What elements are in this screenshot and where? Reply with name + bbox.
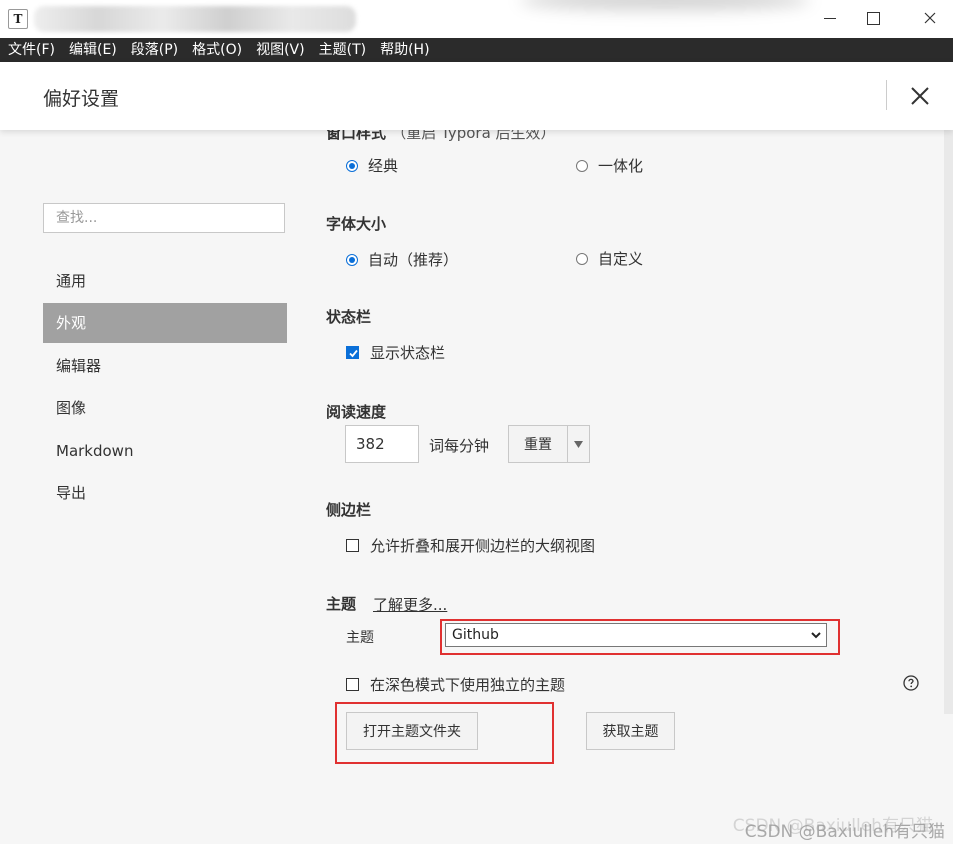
radio-checked-icon <box>346 159 358 172</box>
maximize-icon <box>866 11 880 25</box>
window-style-title-text: 窗口样式 <box>326 130 387 142</box>
sidebar-item-editor[interactable]: 编辑器 <box>43 346 287 386</box>
radio-checked-icon <box>346 253 358 266</box>
window-style-title: 窗口样式 （重启 Typora 后生效） <box>326 130 556 143</box>
reading-speed-input[interactable] <box>345 425 419 463</box>
radio-classic-label: 经典 <box>368 157 399 175</box>
dark-mode-theme-label: 在深色模式下使用独立的主题 <box>370 676 566 694</box>
menu-bar: 文件(F) 编辑(E) 段落(P) 格式(O) 视图(V) 主题(T) 帮助(H… <box>0 38 953 62</box>
close-icon <box>911 87 929 105</box>
blurred-window-title <box>34 6 356 32</box>
show-status-bar-label: 显示状态栏 <box>370 344 446 362</box>
sidebar-section-title: 侧边栏 <box>326 501 372 519</box>
radio-font-auto-label: 自动（推荐） <box>368 251 459 269</box>
minimize-icon <box>824 17 836 19</box>
menu-paragraph[interactable]: 段落(P) <box>123 38 184 62</box>
maximize-button[interactable] <box>845 0 901 36</box>
radio-unified[interactable]: 一体化 <box>576 155 643 176</box>
reading-speed-unit: 词每分钟 <box>429 437 490 455</box>
highlight-box-open-folder <box>335 702 554 764</box>
checkbox-unchecked-icon <box>346 678 359 691</box>
collapsible-outline-checkbox[interactable]: 允许折叠和展开侧边栏的大纲视图 <box>346 535 595 556</box>
sidebar-item-general[interactable]: 通用 <box>43 261 287 301</box>
caret-down-icon <box>574 440 583 448</box>
search-input[interactable] <box>43 203 285 233</box>
checkbox-unchecked-icon <box>346 539 359 552</box>
status-bar-title: 状态栏 <box>326 308 372 326</box>
reading-speed-title: 阅读速度 <box>326 403 387 421</box>
scrollbar[interactable] <box>944 130 953 714</box>
radio-unified-label: 一体化 <box>598 157 644 175</box>
learn-more-link[interactable]: 了解更多... <box>373 594 447 615</box>
typora-app-icon: T <box>8 9 28 29</box>
window-titlebar: T <box>0 0 953 39</box>
menu-help[interactable]: 帮助(H) <box>372 38 435 62</box>
menu-theme[interactable]: 主题(T) <box>311 38 372 62</box>
checkbox-checked-icon <box>346 346 359 359</box>
sidebar-item-appearance[interactable]: 外观 <box>43 303 287 343</box>
page-title: 偏好设置 <box>43 88 120 110</box>
close-preferences-button[interactable] <box>905 78 935 112</box>
close-icon <box>924 12 936 24</box>
radio-unchecked-icon <box>576 252 588 265</box>
reset-dropdown-button[interactable] <box>567 425 590 463</box>
preferences-body: 通用 外观 编辑器 图像 Markdown 导出 窗口样式 （重启 Typora… <box>0 130 953 844</box>
close-window-button[interactable] <box>902 0 953 36</box>
watermark: CSDN @Baxiulleh有只猫 <box>744 822 945 842</box>
radio-unchecked-icon <box>576 159 588 172</box>
sidebar-item-image[interactable]: 图像 <box>43 388 287 428</box>
sidebar-item-markdown[interactable]: Markdown <box>43 431 287 471</box>
theme-field-label: 主题 <box>346 630 374 646</box>
menu-edit[interactable]: 编辑(E) <box>61 38 123 62</box>
menu-format[interactable]: 格式(O) <box>184 38 248 62</box>
header-divider <box>886 80 887 110</box>
window-style-note: （重启 Typora 后生效） <box>391 130 556 142</box>
collapsible-outline-label: 允许折叠和展开侧边栏的大纲视图 <box>370 537 596 555</box>
get-themes-button[interactable]: 获取主题 <box>586 712 675 750</box>
menu-file[interactable]: 文件(F) <box>0 38 61 62</box>
radio-font-custom[interactable]: 自定义 <box>576 248 643 269</box>
help-icon[interactable] <box>903 675 919 691</box>
reset-button[interactable]: 重置 <box>508 425 568 463</box>
theme-title: 主题 <box>326 595 357 613</box>
sidebar-item-export[interactable]: 导出 <box>43 473 287 513</box>
radio-font-auto[interactable]: 自动（推荐） <box>346 249 458 270</box>
font-size-title: 字体大小 <box>326 215 387 233</box>
menu-view[interactable]: 视图(V) <box>248 38 311 62</box>
preferences-header: 偏好设置 <box>0 62 953 130</box>
dark-mode-theme-checkbox[interactable]: 在深色模式下使用独立的主题 <box>346 674 565 695</box>
show-status-bar-checkbox[interactable]: 显示状态栏 <box>346 342 445 363</box>
radio-classic[interactable]: 经典 <box>346 155 398 176</box>
highlight-box-theme-select <box>440 619 840 655</box>
radio-font-custom-label: 自定义 <box>598 250 644 268</box>
overlay-shadow <box>520 0 810 10</box>
